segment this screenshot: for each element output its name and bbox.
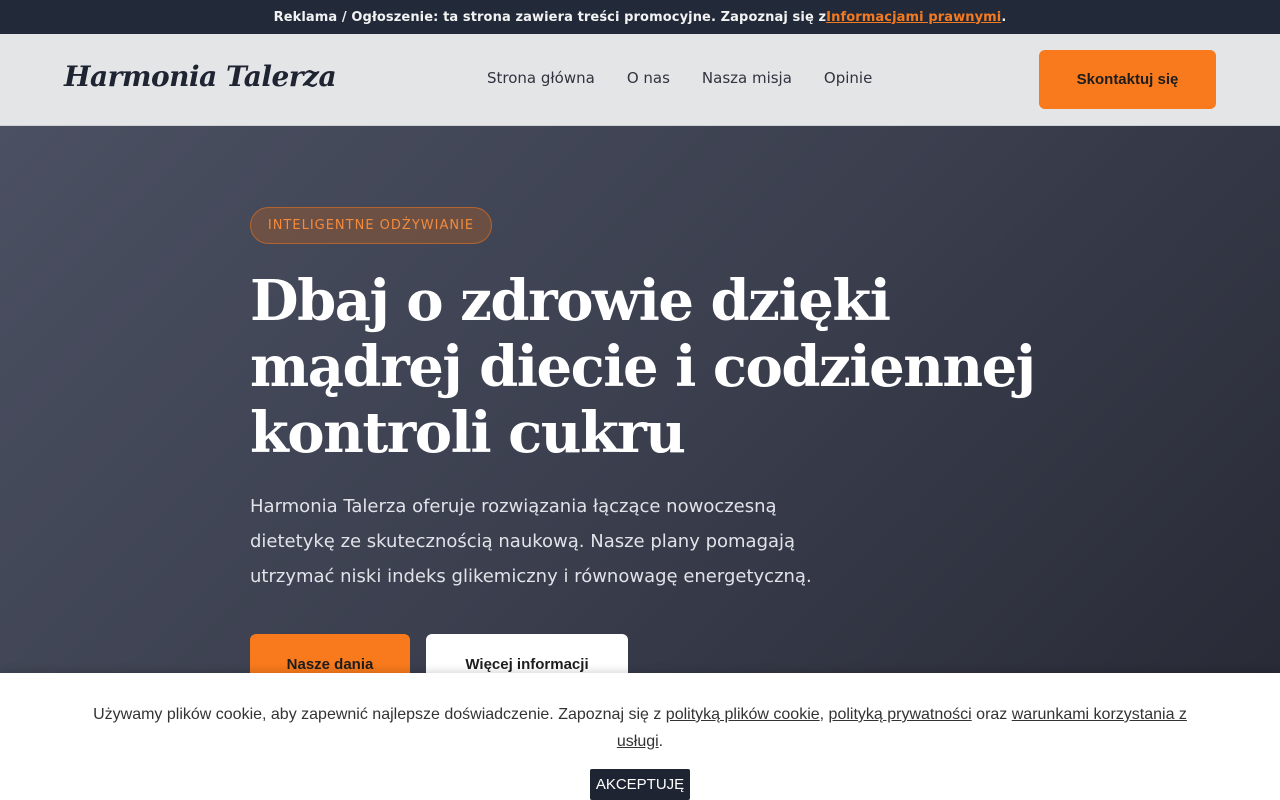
cookie-text-intro: Używamy plików cookie, aby zapewnić najl… xyxy=(93,706,666,723)
hero-headline: Dbaj o zdrowie dzięki mądrej diecie i co… xyxy=(250,268,1036,466)
site-logo[interactable]: Harmonia Talerza xyxy=(64,60,337,93)
ad-disclosure-bar: Reklama / Ogłoszenie: ta strona zawiera … xyxy=(0,0,1280,34)
cookie-text-end: . xyxy=(658,733,664,750)
ad-disclosure-text: Reklama / Ogłoszenie: ta strona zawiera … xyxy=(273,9,827,25)
accept-cookies-button[interactable]: AKCEPTUJĘ xyxy=(590,769,690,800)
nav-item-home[interactable]: Strona główna xyxy=(487,69,595,87)
legal-info-link[interactable]: Informacjami prawnymi xyxy=(826,10,1001,25)
nav-item-about[interactable]: O nas xyxy=(627,69,670,87)
main-nav: Strona główna O nas Nasza misja Opinie xyxy=(487,69,872,87)
cookie-sep-2: oraz xyxy=(971,706,1012,723)
hero-lead: Harmonia Talerza oferuje rozwiązania łąc… xyxy=(250,496,812,587)
site-header: Harmonia Talerza Strona główna O nas Nas… xyxy=(0,34,1280,126)
cookie-banner: Używamy plików cookie, aby zapewnić najl… xyxy=(0,673,1280,800)
cookie-text: Używamy plików cookie, aby zapewnić najl… xyxy=(80,701,1200,755)
contact-button[interactable]: Skontaktuj się xyxy=(1039,50,1216,109)
cookie-sep-1: , xyxy=(819,706,829,723)
cookie-policy-link[interactable]: polityką plików cookie xyxy=(666,706,820,723)
nav-item-reviews[interactable]: Opinie xyxy=(824,69,872,87)
privacy-policy-link[interactable]: polityką prywatności xyxy=(829,706,972,723)
ad-disclosure-suffix: . xyxy=(1001,9,1007,25)
hero-badge: INTELIGENTNE ODŻYWIANIE xyxy=(250,207,492,244)
nav-item-mission[interactable]: Nasza misja xyxy=(702,69,792,87)
